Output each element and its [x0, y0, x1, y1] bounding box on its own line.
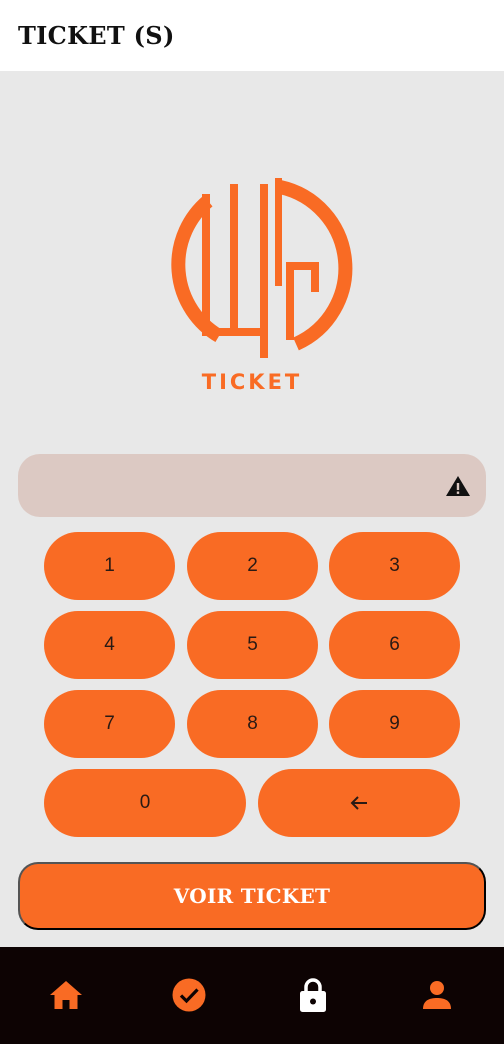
nav-item-home[interactable] [46, 975, 86, 1015]
keypad-key-1[interactable]: 1 [44, 532, 175, 600]
keypad-key-4[interactable]: 4 [44, 611, 175, 679]
keypad-key-5[interactable]: 5 [187, 611, 318, 679]
keypad-key-8[interactable]: 8 [187, 690, 318, 758]
keypad-key-0[interactable]: 0 [44, 769, 246, 837]
backspace-button[interactable] [258, 769, 460, 837]
brand-logo-icon [171, 178, 353, 358]
lock-icon [300, 978, 326, 1012]
nav-item-lock[interactable] [293, 975, 333, 1015]
backspace-arrow-icon [350, 796, 367, 810]
ticket-number-input[interactable] [18, 454, 486, 517]
home-icon [50, 981, 82, 1009]
bottom-nav [0, 947, 504, 1044]
view-ticket-button[interactable]: VOIR TICKET [18, 862, 486, 930]
keypad-key-3[interactable]: 3 [329, 532, 460, 600]
person-icon [423, 981, 451, 1009]
nav-item-profile[interactable] [417, 975, 457, 1015]
keypad-key-9[interactable]: 9 [329, 690, 460, 758]
keypad-key-2[interactable]: 2 [187, 532, 318, 600]
warning-icon [446, 476, 470, 496]
logo-text: TICKET [201, 370, 303, 394]
nav-item-check[interactable] [169, 975, 209, 1015]
page-title: TICKET (S) [18, 21, 175, 50]
check-circle-icon [172, 978, 206, 1012]
app-bar: TICKET (S) [0, 0, 504, 71]
keypad-key-7[interactable]: 7 [44, 690, 175, 758]
keypad-key-6[interactable]: 6 [329, 611, 460, 679]
